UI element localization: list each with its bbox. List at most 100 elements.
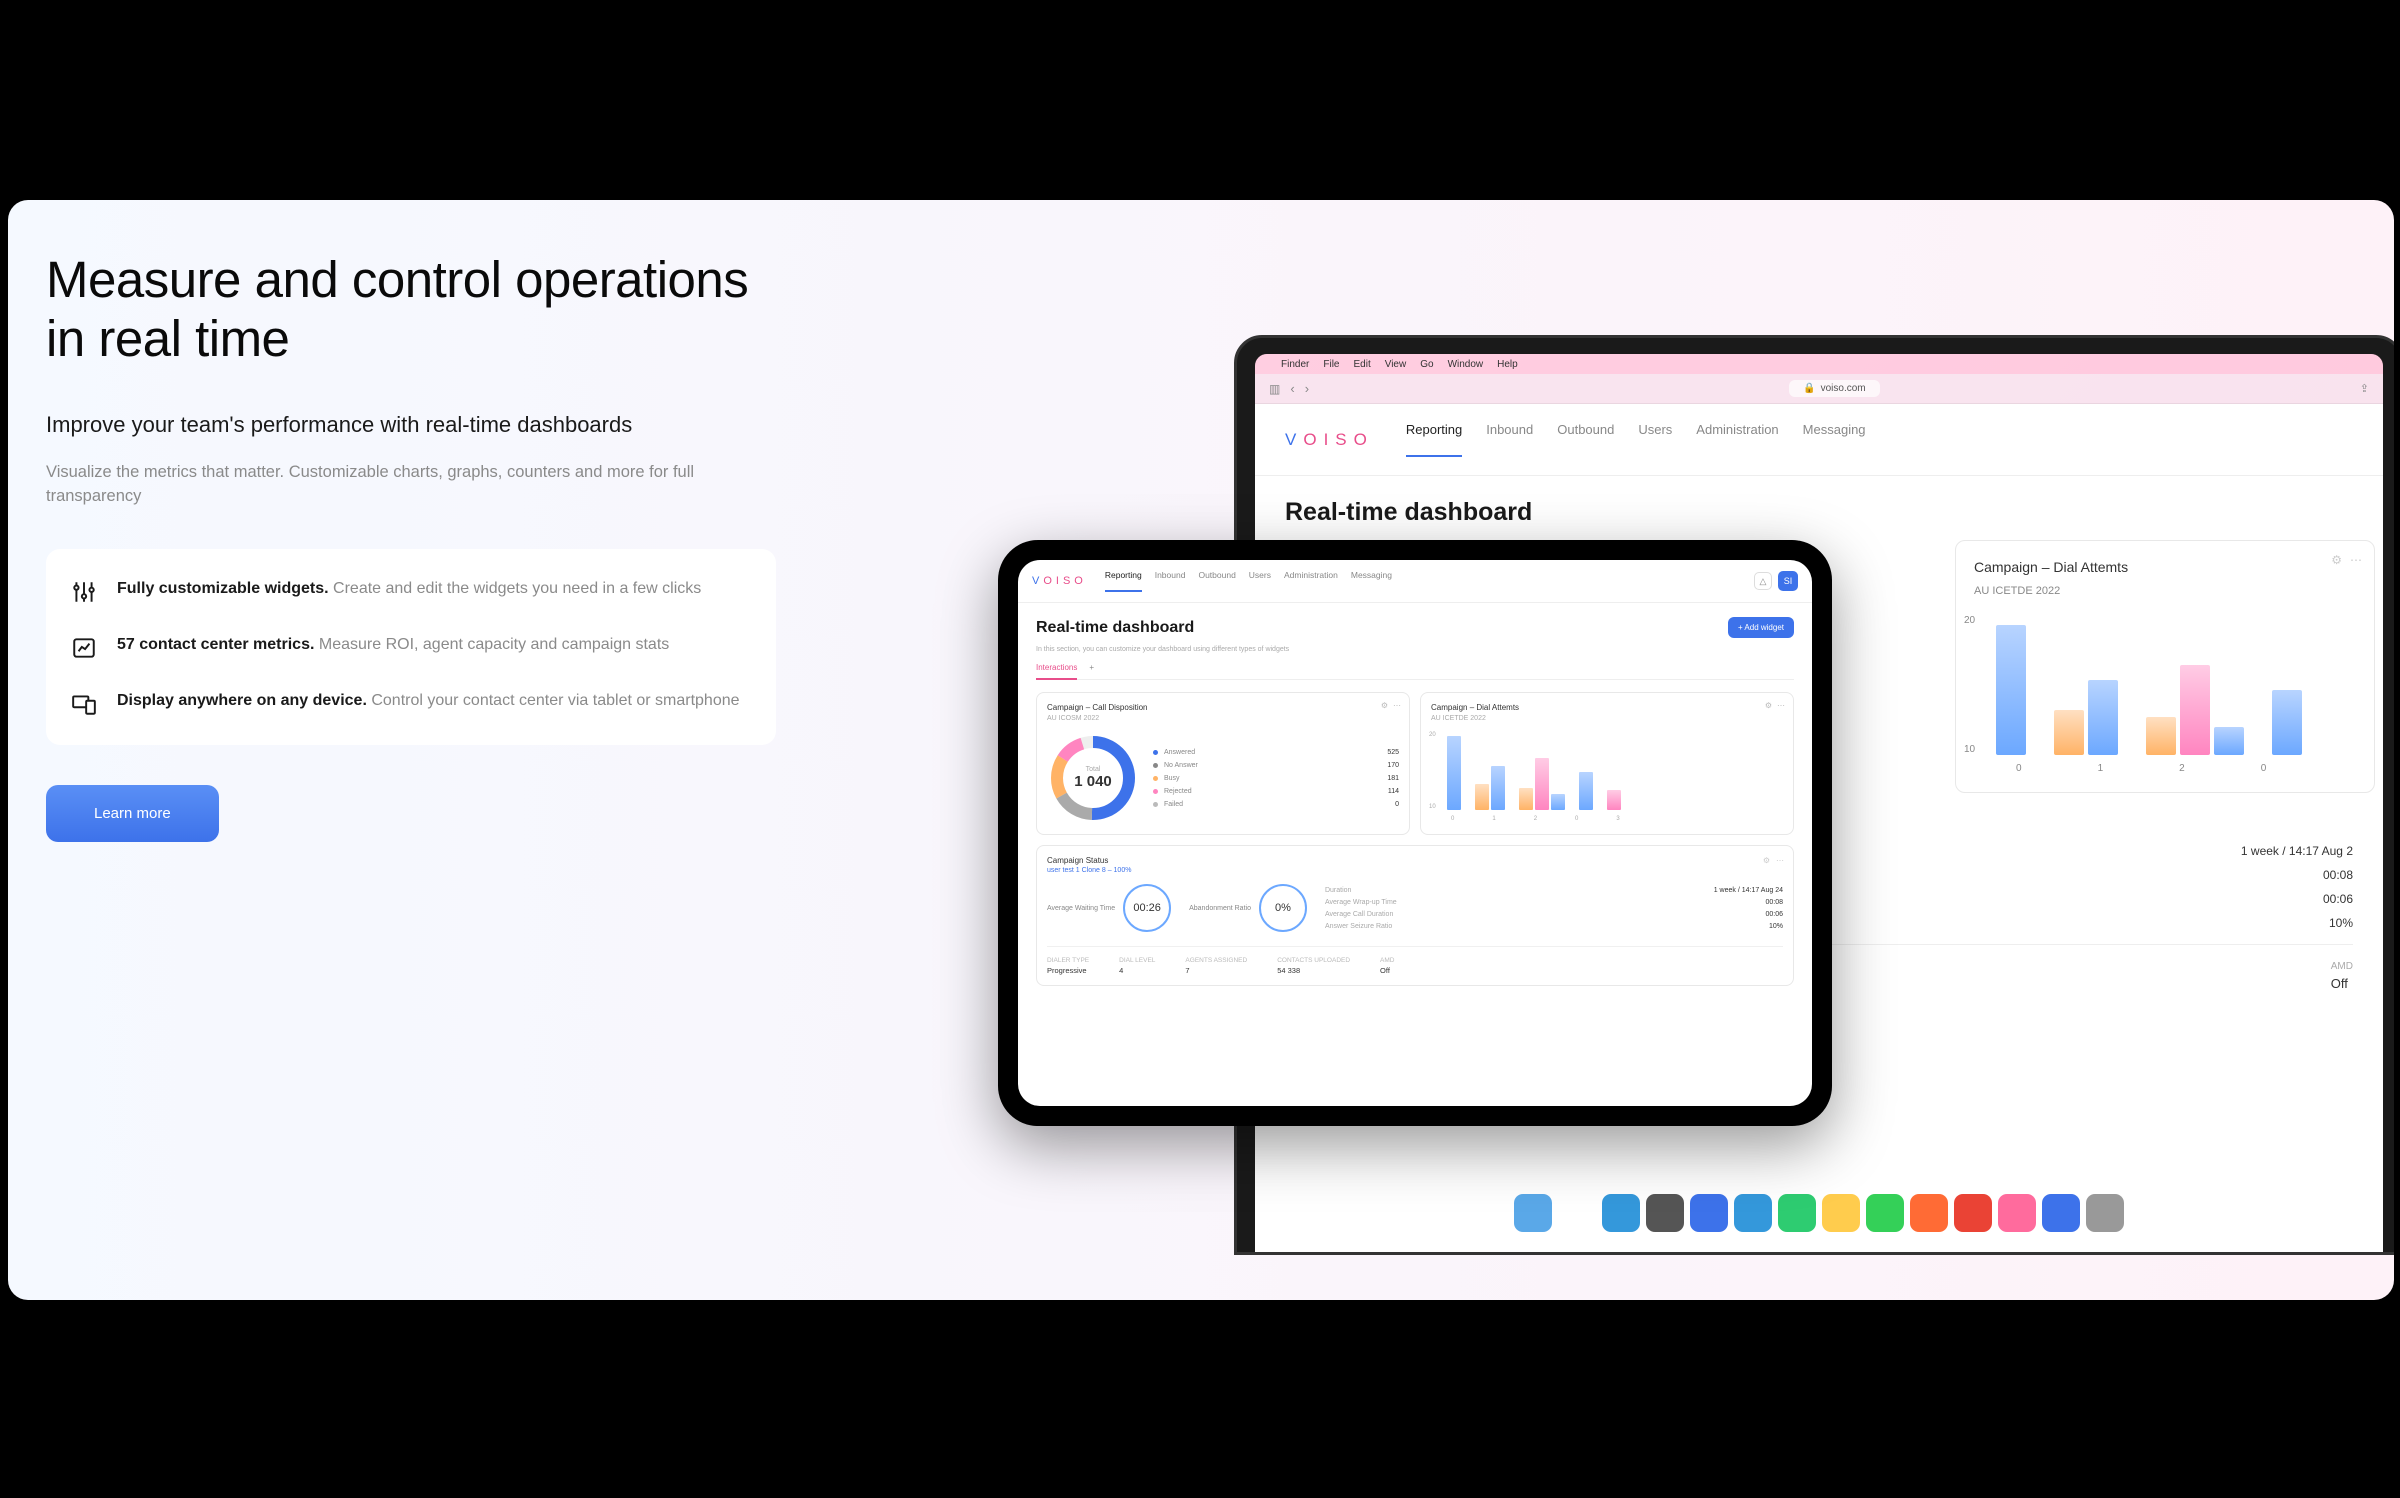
page-title: Real-time dashboard <box>1036 619 1194 637</box>
widget-title: Campaign – Call Disposition <box>1047 703 1399 712</box>
tablet-header: VOISO Reporting Inbound Outbound Users A… <box>1018 560 1812 603</box>
dock-app-icon[interactable] <box>1954 1194 1992 1232</box>
menubar-item[interactable]: Help <box>1497 359 1518 370</box>
menubar-item[interactable]: File <box>1323 359 1339 370</box>
dock-app-icon[interactable] <box>1602 1194 1640 1232</box>
widget-title: Campaign – Dial Attemts <box>1431 703 1783 712</box>
dock-app-icon[interactable] <box>1910 1194 1948 1232</box>
dock-app-icon[interactable] <box>1734 1194 1772 1232</box>
widget-subtitle: user test 1 Clone 8 – 100% <box>1047 867 1783 874</box>
widget-subtitle: AU ICETDE 2022 <box>1431 715 1783 722</box>
nav-tab-administration[interactable]: Administration <box>1696 422 1778 457</box>
lock-icon: 🔒 <box>1803 383 1815 394</box>
feature-item: Fully customizable widgets. Create and e… <box>71 577 751 605</box>
mac-menubar: Finder File Edit View Go Window Help <box>1255 354 2383 374</box>
nav-tab-inbound[interactable]: Inbound <box>1486 422 1533 457</box>
stats-icon <box>71 635 97 661</box>
menubar-item[interactable]: View <box>1385 359 1407 370</box>
hero-heading: Measure and control operations in real t… <box>46 250 776 368</box>
feature-text: 57 contact center metrics. Measure ROI, … <box>117 633 669 658</box>
widget-title: Campaign Status <box>1047 856 1783 865</box>
nav-tab-messaging[interactable]: Messaging <box>1351 570 1392 592</box>
nav-tab-users[interactable]: Users <box>1638 422 1672 457</box>
sub-tab-interactions[interactable]: Interactions <box>1036 663 1077 680</box>
gauge: 00:26 <box>1123 884 1171 932</box>
app-header: VOISO Reporting Inbound Outbound Users A… <box>1255 404 2383 476</box>
dock-app-icon[interactable] <box>1514 1194 1552 1232</box>
devices-icon <box>71 691 97 717</box>
donut-chart: Total 1 040 <box>1047 732 1139 824</box>
dock-app-icon[interactable] <box>1866 1194 1904 1232</box>
learn-more-button[interactable]: Learn more <box>46 785 219 842</box>
campaign-status-widget: ⚙ ⋯ Campaign Status user test 1 Clone 8 –… <box>1036 845 1794 986</box>
share-icon[interactable]: ⇪ <box>2360 382 2369 395</box>
features-card: Fully customizable widgets. Create and e… <box>46 549 776 745</box>
nav-tab-messaging[interactable]: Messaging <box>1803 422 1866 457</box>
stats-list: Duration1 week / 14:17 Aug 24Average Wra… <box>1325 887 1783 930</box>
sub-tabs: Interactions + <box>1036 663 1794 680</box>
legend-row: Failed0 <box>1153 801 1399 808</box>
dock-app-icon[interactable] <box>1778 1194 1816 1232</box>
url-bar[interactable]: 🔒voiso.com <box>1789 380 1879 397</box>
dock-app-icon[interactable] <box>1822 1194 1860 1232</box>
nav-tab-outbound[interactable]: Outbound <box>1198 570 1235 592</box>
dock-app-icon[interactable] <box>1558 1194 1596 1232</box>
feature-item: Display anywhere on any device. Control … <box>71 689 751 717</box>
dock-app-icon[interactable] <box>2086 1194 2124 1232</box>
campaign-footer: DIALER TYPEProgressiveDIAL LEVEL4AGENTS … <box>1047 946 1783 975</box>
dock-app-icon[interactable] <box>2042 1194 2080 1232</box>
nav-tab-outbound[interactable]: Outbound <box>1557 422 1614 457</box>
settings-icon[interactable]: ⚙ <box>1765 701 1772 710</box>
menubar-item[interactable]: Finder <box>1281 359 1309 370</box>
widget-title: Campaign – Dial Attemts <box>1974 559 2356 575</box>
x-axis: 0 1 2 0 3 <box>1431 816 1783 822</box>
nav-tab-reporting[interactable]: Reporting <box>1105 570 1142 592</box>
widget-subtitle: AU ICOSM 2022 <box>1047 715 1399 722</box>
dock-app-icon[interactable] <box>1646 1194 1684 1232</box>
menubar-item[interactable]: Window <box>1448 359 1484 370</box>
legend-row: Answered525 <box>1153 749 1399 756</box>
nav-tab-inbound[interactable]: Inbound <box>1155 570 1186 592</box>
feature-text: Fully customizable widgets. Create and e… <box>117 577 701 602</box>
logo: VOISO <box>1032 575 1087 587</box>
gauge-label: Average Waiting Time <box>1047 905 1115 912</box>
page-subtitle: In this section, you can customize your … <box>1036 646 1794 653</box>
hero-subheading: Improve your team's performance with rea… <box>46 410 776 440</box>
avatar[interactable]: SI <box>1778 571 1798 591</box>
bar-chart: 20 10 <box>1974 615 2356 755</box>
logo: VOISO <box>1285 430 1374 450</box>
settings-icon[interactable]: ⚙ <box>1381 701 1388 710</box>
tablet-nav: Reporting Inbound Outbound Users Adminis… <box>1105 570 1392 592</box>
bar-chart: 2010 <box>1431 732 1783 810</box>
tablet-device: VOISO Reporting Inbound Outbound Users A… <box>998 540 1832 1126</box>
legend-row: Busy181 <box>1153 775 1399 782</box>
gauge: 0% <box>1259 884 1307 932</box>
mac-dock <box>1502 1186 2136 1240</box>
gauge-label: Abandonment Ratio <box>1189 905 1251 912</box>
sidebar-toggle-icon[interactable]: ▥ <box>1269 382 1280 396</box>
menubar-item[interactable]: Edit <box>1353 359 1370 370</box>
feature-text: Display anywhere on any device. Control … <box>117 689 740 714</box>
more-icon[interactable]: ⋯ <box>1393 701 1401 710</box>
dock-app-icon[interactable] <box>1998 1194 2036 1232</box>
page-title: Real-time dashboard <box>1285 498 2353 527</box>
add-tab-button[interactable]: + <box>1089 663 1094 673</box>
more-icon[interactable]: ⋯ <box>1776 856 1784 865</box>
settings-icon[interactable]: ⚙ <box>2331 553 2342 567</box>
legend-row: Rejected114 <box>1153 788 1399 795</box>
notifications-icon[interactable]: △ <box>1754 572 1772 590</box>
more-icon[interactable]: ⋯ <box>2350 553 2362 567</box>
nav-tab-administration[interactable]: Administration <box>1284 570 1338 592</box>
call-disposition-widget: ⚙ ⋯ Campaign – Call Disposition AU ICOSM … <box>1036 692 1410 835</box>
more-icon[interactable]: ⋯ <box>1777 701 1785 710</box>
add-widget-button[interactable]: + Add widget <box>1728 617 1794 638</box>
settings-icon[interactable]: ⚙ <box>1763 856 1770 865</box>
widget-subtitle: AU ICETDE 2022 <box>1974 585 2356 597</box>
menubar-item[interactable]: Go <box>1420 359 1433 370</box>
sliders-icon <box>71 579 97 605</box>
nav-tab-users[interactable]: Users <box>1249 570 1271 592</box>
back-icon[interactable]: ‹ <box>1290 381 1294 396</box>
forward-icon[interactable]: › <box>1305 381 1309 396</box>
dock-app-icon[interactable] <box>1690 1194 1728 1232</box>
nav-tab-reporting[interactable]: Reporting <box>1406 422 1462 457</box>
